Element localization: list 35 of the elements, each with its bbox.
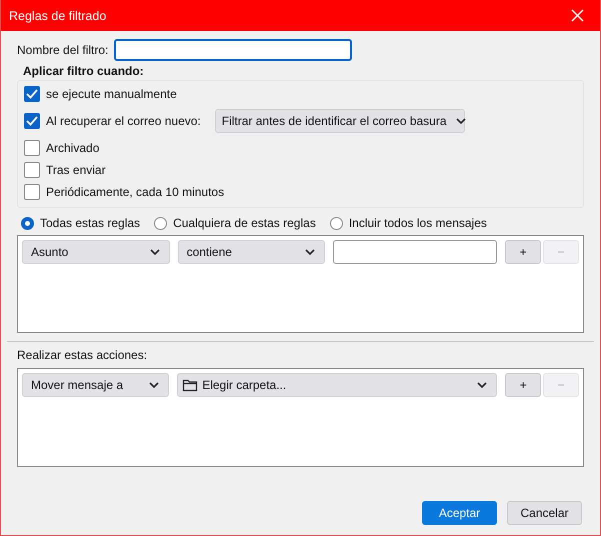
window-title: Reglas de filtrado (9, 8, 106, 22)
radio-button[interactable] (21, 216, 34, 230)
close-icon (570, 9, 584, 22)
value-input-field[interactable] (333, 240, 498, 264)
folder-icon (182, 377, 198, 393)
checkbox[interactable] (24, 162, 40, 178)
checkbox-label[interactable]: Archivado (46, 141, 100, 155)
cancel-button[interactable]: Cancelar (507, 501, 582, 525)
checkbox[interactable] (24, 184, 40, 200)
checkmark-icon (25, 87, 39, 101)
radio-label[interactable]: Cualquiera de estas reglas (173, 216, 316, 230)
group-title: Aplicar filtro cuando: (23, 64, 145, 80)
add-button[interactable]: + (505, 240, 542, 264)
radio-button[interactable] (154, 216, 168, 230)
checkbox-label[interactable]: Periódicamente, cada 10 minutos (46, 185, 224, 199)
checkbox-label[interactable]: se ejecute manualmente (46, 87, 177, 101)
checkbox[interactable] (24, 113, 40, 129)
add-button[interactable]: + (505, 373, 542, 397)
radio-button[interactable] (330, 216, 343, 230)
radio-label[interactable]: Todas estas reglas (40, 216, 140, 230)
operator-dropdown[interactable]: contiene (178, 240, 326, 264)
folder-dropdown[interactable]: Elegir carpeta... (177, 373, 498, 397)
field-dropdown[interactable]: Asunto (22, 240, 170, 264)
section-label: Realizar estas acciones: (17, 348, 148, 364)
checkbox[interactable] (24, 86, 40, 102)
dropdown[interactable]: Filtrar antes de identificar el correo basura (214, 109, 465, 133)
action-dropdown[interactable]: Mover mensaje a (22, 373, 170, 397)
checkmark-icon (25, 114, 39, 128)
checkbox-label[interactable]: Tras enviar (46, 163, 106, 177)
field-label: Nombre del filtro: (17, 43, 108, 57)
name-input-field[interactable] (114, 39, 352, 61)
radio-label[interactable]: Incluir todos los mensajes (348, 216, 487, 230)
checkbox[interactable] (24, 140, 40, 156)
checkbox-label[interactable]: Al recuperar el correo nuevo: (46, 114, 201, 128)
ok-button[interactable]: Aceptar (422, 501, 497, 525)
